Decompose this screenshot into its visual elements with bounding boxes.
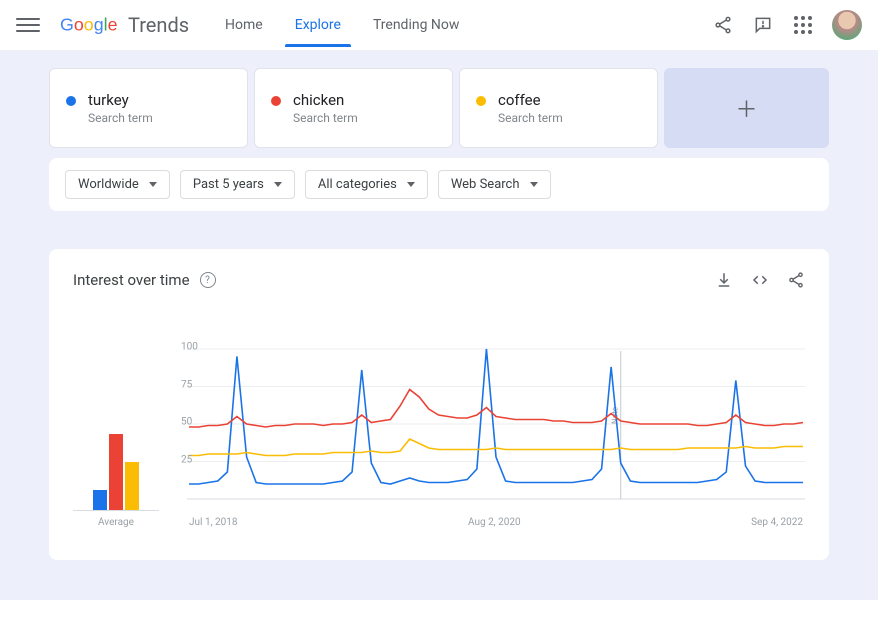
filter-region[interactable]: Worldwide [65,170,170,199]
average-bars [73,431,159,511]
x-tick: Aug 2, 2020 [468,517,521,528]
nav-explore[interactable]: Explore [291,3,345,47]
x-tick: Sep 4, 2022 [751,517,803,528]
term-subtype: Search term [88,111,153,125]
filter-category[interactable]: All categories [305,170,428,199]
term-color-dot [66,96,76,106]
google-trends-logo[interactable]: Google Trends [60,13,189,37]
term-label: turkey [88,91,153,109]
app-header: Google Trends Home Explore Trending Now [0,0,878,50]
filter-label: Web Search [451,177,520,192]
nav-trending-now[interactable]: Trending Now [369,3,463,47]
term-subtype: Search term [293,111,358,125]
filter-search-type[interactable]: Web Search [438,170,551,199]
term-card-2[interactable]: chicken Search term [254,68,453,148]
filters-bar: Worldwide Past 5 years All categories We… [49,158,829,211]
x-tick: Jul 1, 2018 [189,517,238,528]
chart-body: Average 100755025 Note Jul 1, 2018 Aug 2… [73,347,805,528]
apps-grid-icon[interactable] [792,14,814,36]
chart-title: Interest over time [73,271,190,289]
plus-icon: ＋ [735,92,757,124]
filter-label: Worldwide [78,177,139,192]
compare-terms-row: turkey Search term chicken Search term c… [49,68,829,158]
svg-text:Google: Google [60,14,118,34]
main-nav: Home Explore Trending Now [221,3,463,47]
embed-icon[interactable] [751,271,769,289]
chevron-down-icon [530,182,538,187]
chart-svg: Note [187,347,805,507]
x-axis: Jul 1, 2018 Aug 2, 2020 Sep 4, 2022 [187,517,805,528]
share-icon[interactable] [712,14,734,36]
average-label: Average [73,517,159,528]
term-color-dot [271,96,281,106]
y-axis: 100755025 [181,347,207,508]
add-comparison-button[interactable]: ＋ [664,68,829,148]
filter-label: Past 5 years [193,177,264,192]
term-label: chicken [293,91,358,109]
help-icon[interactable]: ? [200,272,216,288]
feedback-icon[interactable] [752,14,774,36]
term-card-3[interactable]: coffee Search term [459,68,658,148]
account-avatar[interactable] [832,10,862,40]
header-actions [712,10,862,40]
filter-timerange[interactable]: Past 5 years [180,170,295,199]
share-chart-icon[interactable] [787,271,805,289]
download-icon[interactable] [715,271,733,289]
filter-label: All categories [318,177,397,192]
term-card-1[interactable]: turkey Search term [49,68,248,148]
hamburger-menu-icon[interactable] [16,13,40,37]
product-name: Trends [128,13,189,37]
nav-home[interactable]: Home [221,3,267,47]
chart-header: Interest over time ? [73,271,805,289]
averages-column: Average [73,431,159,528]
page-body: turkey Search term chicken Search term c… [0,50,878,600]
chevron-down-icon [274,182,282,187]
term-color-dot [476,96,486,106]
term-subtype: Search term [498,111,563,125]
chevron-down-icon [407,182,415,187]
chart-actions [715,271,805,289]
line-chart: 100755025 Note Jul 1, 2018 Aug 2, 2020 S… [187,347,805,528]
interest-chart-card: Interest over time ? Ave [49,249,829,560]
chevron-down-icon [149,182,157,187]
term-label: coffee [498,91,563,109]
